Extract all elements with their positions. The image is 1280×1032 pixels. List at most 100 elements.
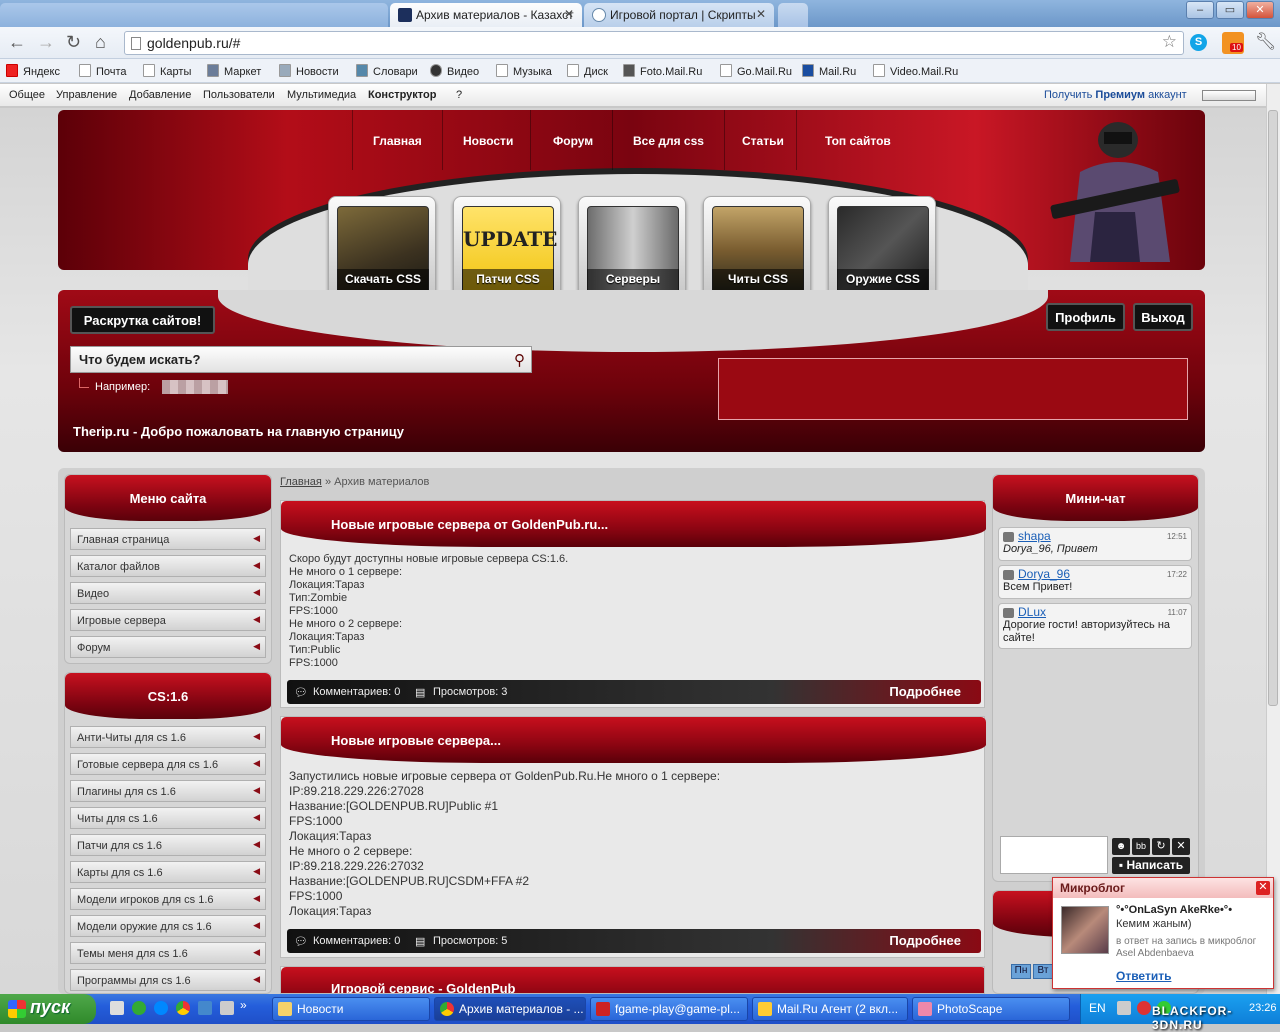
address-bar[interactable]: goldenpub.ru/# ☆: [124, 31, 1184, 55]
read-more-link[interactable]: Подробнее: [889, 933, 961, 948]
taskbar-filezilla[interactable]: fgame-play@game-pl...: [590, 997, 748, 1021]
clear-icon[interactable]: ✕: [1172, 838, 1190, 855]
bbcode-icon[interactable]: bb: [1132, 838, 1150, 855]
scrollbar-thumb[interactable]: [1268, 110, 1278, 706]
nav-css[interactable]: Все для css: [633, 134, 704, 148]
forward-arrow-icon[interactable]: →: [37, 32, 55, 53]
start-button[interactable]: пуск: [0, 994, 96, 1024]
nav-top-sites[interactable]: Топ сайтов: [825, 134, 891, 148]
tray-icon[interactable]: [1117, 1001, 1131, 1015]
promo-button[interactable]: Раскрутка сайтов!: [70, 306, 215, 334]
home-icon[interactable]: ⌂: [95, 32, 106, 53]
bookmark-mailru[interactable]: Mail.Ru: [802, 64, 856, 78]
menu-item-forum[interactable]: Форум ◀: [70, 636, 266, 658]
chrome-icon[interactable]: [176, 1001, 190, 1015]
tab-portal[interactable]: Игровой портал | Скрипты ✕: [584, 3, 774, 27]
tile-download-css[interactable]: Скачать CSS: [328, 196, 436, 304]
chat-nick[interactable]: DLux: [1003, 606, 1187, 619]
taskbar-archive[interactable]: Архив материалов - ...: [434, 997, 586, 1021]
tab-archive[interactable]: Архив материалов - Казахст ✕: [390, 3, 582, 27]
cs-item-weapon-models[interactable]: Модели оружие для cs 1.6 ◀: [70, 915, 266, 937]
smiley-icon[interactable]: ☻: [1112, 838, 1130, 855]
taskbar-mailru-agent[interactable]: Mail.Ru Агент (2 вкл...: [752, 997, 908, 1021]
refresh-icon[interactable]: ↻: [1152, 838, 1170, 855]
menu-item-video[interactable]: Видео ◀: [70, 582, 266, 604]
nav-forum[interactable]: Форум: [553, 134, 593, 148]
search-input[interactable]: Что будем искать?: [70, 346, 532, 373]
bookmark-disk[interactable]: Диск: [567, 64, 608, 78]
menu-item-home[interactable]: Главная страница ◀: [70, 528, 266, 550]
search-icon[interactable]: ⚲: [514, 351, 525, 369]
cs-item-cheats[interactable]: Читы для cs 1.6 ◀: [70, 807, 266, 829]
taskbar-photoscape[interactable]: PhotoScape: [912, 997, 1070, 1021]
admin-multimedia[interactable]: Мультимедиа: [287, 89, 356, 101]
language-indicator[interactable]: EN: [1089, 1001, 1106, 1015]
close-tab-icon[interactable]: ✕: [756, 7, 766, 21]
cs-item-player-models[interactable]: Модели игроков для cs 1.6 ◀: [70, 888, 266, 910]
new-tab-button[interactable]: [778, 3, 808, 27]
cs-item-patches[interactable]: Патчи для cs 1.6 ◀: [70, 834, 266, 856]
read-more-link[interactable]: Подробнее: [889, 684, 961, 699]
bookmark-yandex[interactable]: Яндекс: [6, 64, 60, 78]
bookmark-video[interactable]: Видео: [430, 64, 479, 78]
bookmark-star-icon[interactable]: ☆: [1162, 32, 1177, 52]
admin-slider[interactable]: [1202, 90, 1256, 101]
admin-help[interactable]: ?: [456, 89, 462, 101]
quicklaunch-icon[interactable]: [132, 1001, 146, 1015]
bookmark-news[interactable]: Новости: [279, 64, 339, 78]
cs-item-programs[interactable]: Программы для cs 1.6 ◀: [70, 969, 266, 991]
close-icon[interactable]: ✕: [1256, 881, 1270, 895]
quicklaunch-icon[interactable]: [154, 1001, 168, 1015]
bookmark-mail[interactable]: Почта: [79, 64, 127, 78]
chat-message-input[interactable]: [1000, 836, 1108, 874]
quicklaunch-icon[interactable]: [220, 1001, 234, 1015]
admin-general[interactable]: Общее: [9, 89, 45, 101]
logout-button[interactable]: Выход: [1133, 303, 1193, 331]
cs-item-plugins[interactable]: Плагины для cs 1.6 ◀: [70, 780, 266, 802]
tab-blank[interactable]: [0, 3, 388, 27]
bookmark-foto[interactable]: Foto.Mail.Ru: [623, 64, 702, 78]
tile-patches-css[interactable]: UPDATE Патчи CSS: [453, 196, 561, 304]
reload-icon[interactable]: ↻: [66, 32, 81, 53]
cs-item-menu-themes[interactable]: Темы меня для cs 1.6 ◀: [70, 942, 266, 964]
bookmark-market[interactable]: Маркет: [207, 64, 261, 78]
chat-nick[interactable]: shapa: [1003, 530, 1187, 543]
cs-item-ready-servers[interactable]: Готовые сервера для cs 1.6 ◀: [70, 753, 266, 775]
bookmark-music[interactable]: Музыка: [496, 64, 552, 78]
cs-item-anticheat[interactable]: Анти-Читы для cs 1.6 ◀: [70, 726, 266, 748]
profile-button[interactable]: Профиль: [1046, 303, 1125, 331]
tray-icon[interactable]: [1137, 1001, 1151, 1015]
post-title[interactable]: Новые игровые сервера...: [281, 717, 986, 763]
tile-cheats-css[interactable]: Читы CSS: [703, 196, 811, 304]
back-arrow-icon[interactable]: ←: [8, 32, 26, 53]
bookmark-maps[interactable]: Карты: [143, 64, 191, 78]
reply-link[interactable]: Ответить: [1116, 969, 1171, 983]
breadcrumb-home[interactable]: Главная: [280, 476, 322, 488]
admin-constructor[interactable]: Конструктор: [368, 89, 436, 101]
wrench-icon[interactable]: 🔧︎: [1255, 32, 1277, 52]
menu-item-catalog[interactable]: Каталог файлов ◀: [70, 555, 266, 577]
admin-manage[interactable]: Управление: [56, 89, 117, 101]
minimize-button[interactable]: –: [1186, 1, 1214, 19]
admin-users[interactable]: Пользователи: [203, 89, 275, 101]
bookmark-dictionaries[interactable]: Словари: [356, 64, 418, 78]
close-tab-icon[interactable]: ✕: [564, 7, 574, 21]
expand-quicklaunch-icon[interactable]: »: [240, 998, 247, 1012]
admin-add[interactable]: Добавление: [129, 89, 191, 101]
maximize-button[interactable]: ▭: [1216, 1, 1244, 19]
quicklaunch-icon[interactable]: [198, 1001, 212, 1015]
premium-link[interactable]: Получить Премиум аккаунт: [1044, 89, 1187, 101]
skype-icon[interactable]: S: [1190, 34, 1207, 51]
nav-articles[interactable]: Статьи: [742, 134, 784, 148]
bookmark-videomail[interactable]: Video.Mail.Ru: [873, 64, 958, 78]
bookmark-go[interactable]: Go.Mail.Ru: [720, 64, 792, 78]
menu-item-game-servers[interactable]: Игровые сервера ◀: [70, 609, 266, 631]
post-title[interactable]: Новые игровые сервера от GoldenPub.ru...: [281, 501, 986, 547]
quicklaunch-icon[interactable]: [110, 1001, 124, 1015]
taskbar-news[interactable]: Новости: [272, 997, 430, 1021]
cs-item-maps[interactable]: Карты для cs 1.6 ◀: [70, 861, 266, 883]
post-title[interactable]: Игровой сервис - GoldenPub: [281, 967, 984, 993]
nav-news[interactable]: Новости: [463, 134, 513, 148]
tile-servers[interactable]: Серверы: [578, 196, 686, 304]
close-window-button[interactable]: ✕: [1246, 1, 1274, 19]
